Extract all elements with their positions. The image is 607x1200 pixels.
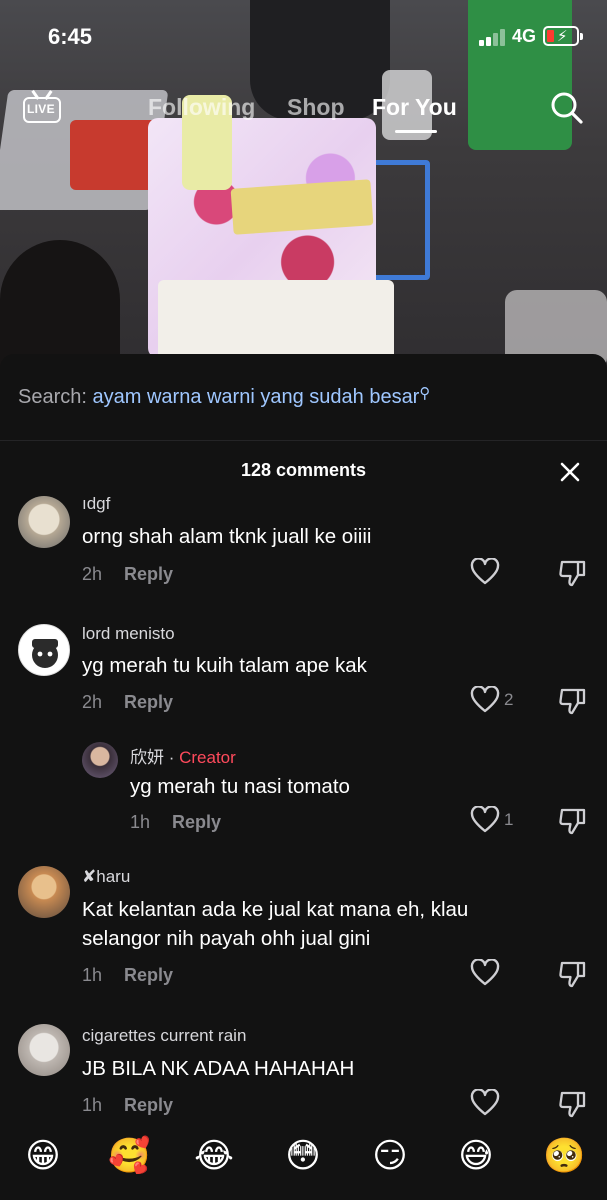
comment-time: 1h [82, 1095, 103, 1115]
creator-badge: Creator [179, 748, 236, 767]
comment-time: 2h [82, 564, 103, 584]
like-count: 2 [504, 690, 514, 709]
like-button[interactable]: 2 [470, 685, 514, 716]
like-button[interactable] [470, 958, 514, 989]
emoji-flushed-button[interactable]: 😳 [283, 1136, 323, 1176]
dislike-icon[interactable] [557, 558, 587, 588]
dislike-icon[interactable] [557, 806, 587, 836]
battery-level [547, 30, 554, 42]
tab-shop[interactable]: Shop [287, 94, 345, 121]
avatar[interactable] [18, 1024, 70, 1076]
status-bar: 6:45 4G ⚡ [0, 0, 607, 72]
comment-username[interactable]: cigarettes current rain [82, 1026, 246, 1046]
avatar[interactable] [82, 742, 118, 778]
comment-text: orng shah alam tknk juall ke oiiii [82, 525, 372, 548]
search-icon[interactable] [549, 90, 585, 126]
comment-username[interactable]: ıdgf [82, 494, 110, 514]
video-scene-yellow-band [230, 179, 374, 235]
like-button[interactable] [470, 557, 514, 588]
tab-following[interactable]: Following [148, 94, 255, 121]
search-suggestion[interactable]: Search: ayam warna warni yang sudah besa… [18, 384, 430, 409]
charging-icon: ⚡ [557, 28, 568, 45]
video-scene-blue-chair [370, 160, 430, 280]
active-tab-indicator [395, 130, 437, 133]
avatar[interactable] [18, 496, 70, 548]
comment-meta: 1h Reply [82, 1095, 173, 1116]
search-small-icon: ⚲ [419, 385, 431, 402]
emoji-pleading-button[interactable]: 🥺 [543, 1136, 585, 1176]
heart-icon [470, 685, 500, 713]
status-time: 6:45 [48, 24, 93, 49]
comment-text: Kat kelantan ada ke jual kat mana eh, kl… [82, 898, 469, 950]
heart-icon [470, 557, 500, 585]
heart-icon [470, 805, 500, 833]
comment-username[interactable]: ✘haru [82, 867, 130, 887]
close-icon[interactable] [556, 458, 584, 486]
divider [0, 440, 607, 441]
feed-tabs: Following Shop For You [0, 94, 607, 134]
like-button[interactable] [470, 1088, 514, 1119]
emoji-smirk-button[interactable]: 😏 [370, 1136, 410, 1176]
comment-username: 欣妍 · Creator [130, 743, 236, 768]
like-count: 1 [504, 810, 514, 829]
comment-meta: 2h Reply [82, 692, 173, 713]
dislike-icon[interactable] [557, 686, 587, 716]
signal-icon [479, 28, 507, 46]
reply-button[interactable]: Reply [172, 812, 221, 832]
reply-button[interactable]: Reply [124, 965, 173, 985]
like-button[interactable]: 1 [470, 805, 514, 836]
comment-meta: 2h Reply [82, 564, 173, 585]
heart-icon [470, 1088, 500, 1116]
comment-count: 128 comments [240, 460, 367, 480]
reply-button[interactable]: Reply [124, 564, 173, 584]
comment-text: yg merah tu kuih talam ape kak [82, 654, 367, 677]
separator: · [164, 748, 180, 767]
comment-text: yg merah tu nasi tomato [130, 775, 350, 798]
comment-time: 1h [82, 965, 103, 985]
search-prefix: Search: [18, 386, 87, 408]
comment-time: 2h [82, 692, 103, 712]
heart-icon [470, 958, 500, 986]
reply-button[interactable]: Reply [124, 1095, 173, 1115]
dislike-icon[interactable] [557, 959, 587, 989]
emoji-quick-bar: 😁 🥰 😂 😳 😏 😅 🥺 [0, 1136, 607, 1182]
emoji-sweat-smile-button[interactable]: 😅 [456, 1136, 496, 1176]
battery-icon: ⚡ [543, 26, 583, 46]
emoji-tears-of-joy-button[interactable]: 😂 [194, 1136, 234, 1176]
reply-button[interactable]: Reply [124, 692, 173, 712]
comment-time: 1h [130, 812, 151, 832]
comment-meta: 1h Reply [130, 812, 221, 833]
emoji-grin-button[interactable]: 😁 [23, 1136, 63, 1176]
avatar[interactable] [18, 866, 70, 918]
tab-for-you[interactable]: For You [372, 94, 457, 121]
network-type: 4G [512, 26, 537, 46]
avatar[interactable] [18, 624, 70, 676]
dislike-icon[interactable] [557, 1089, 587, 1119]
comment-text: JB BILA NK ADAA HAHAHAH [82, 1057, 355, 1080]
emoji-hearts-face-button[interactable]: 🥰 [108, 1136, 150, 1176]
comment-meta: 1h Reply [82, 965, 173, 986]
reply-username[interactable]: 欣妍 [130, 748, 164, 767]
search-query-link[interactable]: ayam warna warni yang sudah besar [93, 386, 420, 408]
comment-username[interactable]: lord menisto [82, 624, 175, 644]
